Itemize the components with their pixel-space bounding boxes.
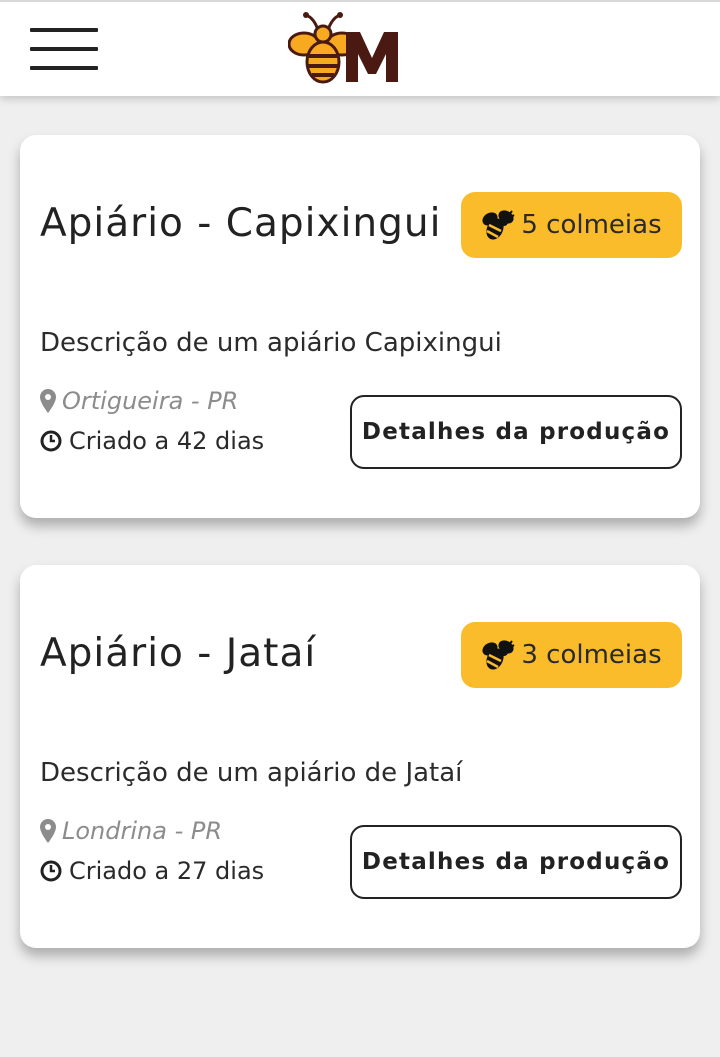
clock-icon xyxy=(40,860,62,882)
location-label: Londrina - PR xyxy=(62,817,223,845)
bee-logo-icon xyxy=(287,12,398,84)
production-details-button[interactable]: Detalhes da produção xyxy=(350,395,682,469)
top-bar xyxy=(0,0,720,96)
hive-count-label: 3 colmeias xyxy=(521,640,662,670)
apiary-description: Descrição de um apiário Capixingui xyxy=(40,328,502,358)
hive-count-label: 5 colmeias xyxy=(521,210,662,240)
hamburger-menu-icon[interactable] xyxy=(30,28,98,74)
apiary-created: Criado a 42 dias xyxy=(40,427,264,455)
hive-count-badge: 3 colmeias xyxy=(461,622,682,688)
location-label: Ortigueira - PR xyxy=(62,387,239,415)
bee-icon xyxy=(482,210,515,240)
apiary-description: Descrição de um apiário de Jataí xyxy=(40,758,463,788)
apiary-location: Londrina - PR xyxy=(40,817,222,845)
menu-line xyxy=(30,66,98,70)
apiary-location: Ortigueira - PR xyxy=(40,387,238,415)
bee-icon xyxy=(482,640,515,670)
created-label: Criado a 42 dias xyxy=(69,427,265,455)
production-details-button[interactable]: Detalhes da produção xyxy=(350,825,682,899)
map-pin-icon xyxy=(40,819,56,843)
apiary-created: Criado a 27 dias xyxy=(40,857,264,885)
menu-line xyxy=(30,28,98,32)
created-label: Criado a 27 dias xyxy=(69,857,265,885)
apiary-title: Apiário - Capixingui xyxy=(40,201,442,246)
clock-icon xyxy=(40,430,62,452)
menu-line xyxy=(30,47,98,51)
apiary-card: Apiário - Capixingui 5 colmeias Descriçã… xyxy=(20,135,700,518)
app-logo[interactable] xyxy=(287,10,404,86)
apiary-card: Apiário - Jataí 3 colmeias Descrição de … xyxy=(20,565,700,948)
hive-count-badge: 5 colmeias xyxy=(461,192,682,258)
apiary-title: Apiário - Jataí xyxy=(40,631,317,676)
map-pin-icon xyxy=(40,389,56,413)
